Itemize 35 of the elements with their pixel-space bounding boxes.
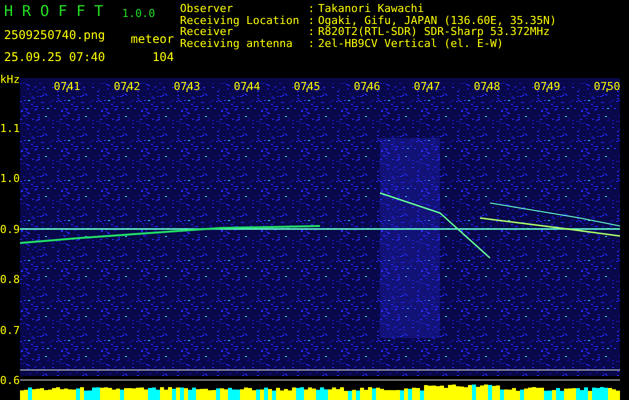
time-label: 0743 bbox=[172, 80, 202, 93]
time-label: 0747 bbox=[412, 80, 442, 93]
frequency-label: 1.0 bbox=[0, 172, 20, 186]
detection-label: meteor bbox=[130, 32, 174, 46]
time-label: 0749 bbox=[532, 80, 562, 93]
unit-label: kHz bbox=[0, 73, 20, 86]
app-name: H R O F F T bbox=[4, 2, 104, 22]
frequency-label: 0.6 bbox=[0, 374, 20, 387]
frequency-label: 0.8 bbox=[0, 273, 20, 286]
info-label: Receiving antenna bbox=[180, 38, 294, 49]
app-version: 1.0.0 bbox=[122, 6, 156, 20]
info-value: Ogaki, Gifu, JAPAN (136.60E, 35.35N) bbox=[318, 14, 556, 26]
file-name: 2509250740.png bbox=[4, 28, 106, 42]
time-label: 0748 bbox=[472, 80, 502, 93]
time-label: 0742 bbox=[112, 80, 142, 93]
info-value: 2el-HB9CV Vertical (el. E-W) bbox=[318, 38, 504, 49]
date-time: 25.09.25 07:40 bbox=[4, 50, 106, 64]
detection-count: 104 bbox=[151, 50, 174, 64]
info-separator: : bbox=[308, 26, 316, 38]
time-label: 0750 bbox=[592, 80, 622, 93]
frequency-label: 1.1 bbox=[0, 122, 20, 135]
frequency-label: 0.9 bbox=[0, 222, 20, 236]
info-label: Receiving Location bbox=[180, 14, 300, 26]
info-value: R820T2(RTL-SDR) SDR-Sharp 53.372MHz bbox=[318, 26, 550, 38]
time-label: 0744 bbox=[232, 80, 262, 93]
info-label: Receiver bbox=[180, 26, 233, 38]
time-label: 0741 bbox=[52, 80, 82, 93]
time-label: 0746 bbox=[352, 80, 382, 93]
frequency-label: 0.7 bbox=[0, 324, 20, 337]
info-separator: : bbox=[308, 3, 316, 14]
info-separator: : bbox=[308, 14, 316, 26]
info-value: Takanori Kawachi bbox=[318, 3, 425, 14]
time-label: 0745 bbox=[292, 80, 322, 93]
info-label: Observer bbox=[180, 3, 234, 14]
info-separator: : bbox=[308, 38, 316, 49]
